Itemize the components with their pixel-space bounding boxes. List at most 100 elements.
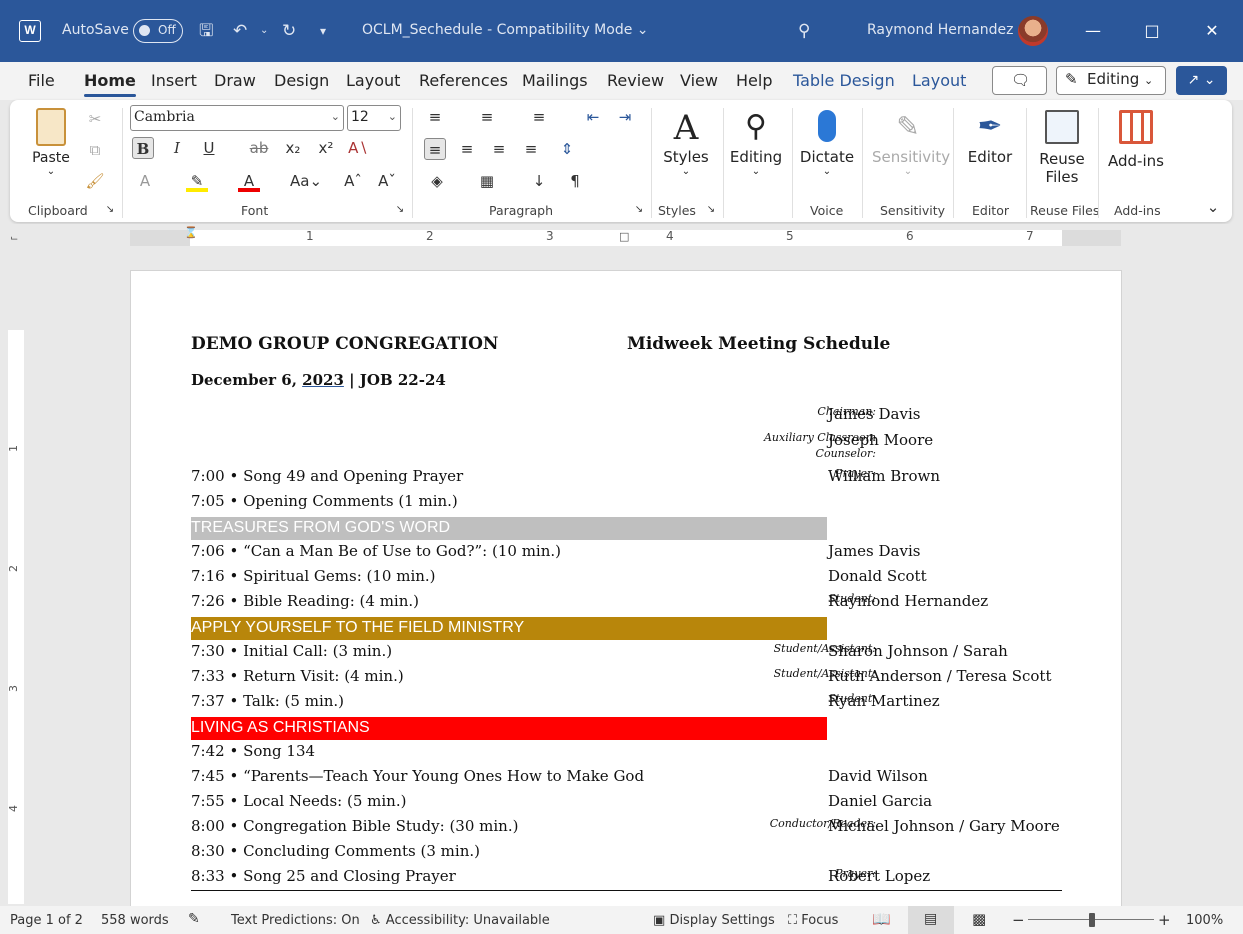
bold-icon[interactable]: B (132, 137, 154, 159)
indent-marker-icon[interactable]: ⌛ (184, 226, 198, 239)
font-name-box[interactable]: Cambria ⌄ (130, 105, 344, 131)
comments-button[interactable]: 🗨 (992, 66, 1047, 95)
tab-file[interactable]: File (28, 71, 55, 90)
zoom-level[interactable]: 100% (1186, 913, 1223, 928)
save-icon[interactable]: 🖫 (199, 19, 213, 43)
subscript-icon[interactable]: x₂ (282, 137, 304, 159)
zoom-slider-handle[interactable] (1089, 913, 1095, 927)
change-case-icon[interactable]: Aa⌄ (286, 170, 326, 192)
tab-design[interactable]: Design (274, 71, 329, 90)
group-label-paragraph: Paragraph (489, 203, 554, 218)
editor-button[interactable]: ✒ Editor (962, 106, 1018, 166)
tab-references[interactable]: References (419, 71, 508, 90)
copy-icon[interactable]: ⧉ (84, 139, 106, 161)
tab-help[interactable]: Help (736, 71, 772, 90)
decrease-indent-icon[interactable]: ⇤ (582, 106, 604, 128)
tab-selector-icon[interactable]: ⌙ (10, 233, 18, 244)
avatar[interactable] (1018, 16, 1048, 46)
zoom-out-icon[interactable]: − (1012, 911, 1025, 929)
row-text: 7:16 • Spiritual Gems: (10 min.) (191, 567, 436, 585)
user-name[interactable]: Raymond Hernandez (867, 22, 1014, 38)
shrink-font-icon[interactable]: Aˇ (376, 170, 398, 192)
autosave-toggle[interactable]: Off (133, 19, 183, 43)
underline-icon[interactable]: U (198, 137, 220, 159)
tab-review[interactable]: Review (607, 71, 664, 90)
shading-icon[interactable]: ◈ (426, 170, 448, 192)
reuse-files-button[interactable]: Reuse Files (1034, 106, 1090, 186)
italic-icon[interactable]: I (166, 137, 188, 159)
increase-indent-icon[interactable]: ⇥ (614, 106, 636, 128)
font-size-box[interactable]: 12 ⌄ (347, 105, 401, 131)
tab-insert[interactable]: Insert (151, 71, 197, 90)
show-formatting-icon[interactable]: ¶ (564, 170, 586, 192)
tab-view[interactable]: View (680, 71, 718, 90)
display-settings[interactable]: ▣ Display Settings (653, 913, 775, 928)
justify-icon[interactable]: ≡ (520, 138, 542, 160)
share-button[interactable]: ↗ ⌄ (1176, 66, 1227, 95)
ruler-number: 4 (666, 229, 674, 243)
font-color-icon[interactable]: A (238, 170, 260, 192)
sensitivity-button[interactable]: ✎ Sensitivity ⌄ (872, 106, 950, 177)
cut-icon[interactable]: ✂ (84, 108, 106, 130)
paste-button[interactable]: Paste ⌄ (30, 108, 72, 177)
vruler-number: 3 (7, 685, 20, 692)
editing-mode-button[interactable]: ✎ Editing ⌄ (1056, 66, 1166, 95)
accessibility-status[interactable]: ♿ Accessibility: Unavailable (370, 913, 550, 928)
format-painter-icon[interactable]: 🖌 (84, 170, 106, 192)
redo-icon[interactable]: ↻ (282, 19, 296, 43)
clipboard-launcher-icon[interactable]: ↘ (104, 204, 116, 216)
text-effects-icon[interactable]: A (134, 170, 156, 192)
clear-formatting-icon[interactable]: A∖ (347, 137, 369, 159)
zoom-in-icon[interactable]: + (1158, 911, 1171, 929)
line-spacing-icon[interactable]: ⇕ (556, 138, 578, 160)
add-ins-button[interactable]: Add-ins (1106, 106, 1166, 170)
tab-layout[interactable]: Layout (346, 71, 400, 90)
styles-launcher-icon[interactable]: ↘ (705, 204, 717, 216)
align-center-icon[interactable]: ≡ (456, 138, 478, 160)
schedule-row: 7:26 • Bible Reading: (4 min.) Student: Ra… (191, 589, 1111, 614)
styles-button[interactable]: A Styles ⌄ (660, 108, 712, 177)
customize-toolbar-icon[interactable]: ▾ (320, 19, 326, 43)
tab-home[interactable]: Home (84, 71, 136, 97)
align-right-icon[interactable]: ≡ (488, 138, 510, 160)
document-title[interactable]: OCLM_Sechedule - Compatibility Mode ⌄ (362, 22, 649, 38)
close-button[interactable]: ✕ (1199, 18, 1225, 44)
focus-mode[interactable]: ⛶ Focus (788, 913, 838, 928)
column-marker-icon[interactable]: □ (619, 230, 629, 243)
maximize-button[interactable]: □ (1139, 18, 1165, 44)
dictate-button[interactable]: Dictate ⌄ (798, 106, 856, 177)
bullets-icon[interactable]: ≡ (424, 106, 446, 128)
sort-icon[interactable]: ↓ (528, 170, 550, 192)
read-mode-icon[interactable]: 📖 (872, 910, 891, 928)
page-count[interactable]: Page 1 of 2 (10, 913, 83, 928)
search-icon[interactable]: ⚲ (798, 19, 810, 43)
print-layout-button[interactable]: ▤ (908, 906, 954, 934)
word-count[interactable]: 558 words (101, 913, 169, 928)
tab-draw[interactable]: Draw (214, 71, 256, 90)
document-page[interactable]: DEMO GROUP CONGREGATION Midweek Meeting … (130, 270, 1122, 910)
tab-table-layout[interactable]: Layout (912, 71, 966, 90)
numbering-icon[interactable]: ≡ (476, 106, 498, 128)
strikethrough-icon[interactable]: ab (248, 137, 270, 159)
proofing-icon[interactable]: ✎ (188, 911, 200, 927)
superscript-icon[interactable]: x² (315, 137, 337, 159)
collapse-ribbon-icon[interactable]: ⌄ (1202, 196, 1224, 218)
font-launcher-icon[interactable]: ↘ (394, 204, 406, 216)
text-predictions[interactable]: Text Predictions: On (231, 913, 360, 928)
editing-button[interactable]: ⚲ Editing ⌄ (728, 106, 784, 177)
tab-table-design[interactable]: Table Design (793, 71, 895, 90)
undo-dropdown-icon[interactable]: ⌄ (260, 19, 268, 43)
undo-icon[interactable]: ↶ (233, 19, 247, 43)
highlight-icon[interactable]: ✎ (186, 170, 208, 192)
paste-label: Paste (32, 150, 70, 166)
tab-mailings[interactable]: Mailings (522, 71, 588, 90)
schedule-row: 7:42 • Song 134 (191, 739, 1111, 764)
web-layout-icon[interactable]: ▩ (972, 910, 986, 928)
align-left-icon[interactable]: ≡ (424, 138, 446, 160)
multilevel-list-icon[interactable]: ≡ (528, 106, 550, 128)
paragraph-launcher-icon[interactable]: ↘ (633, 204, 645, 216)
grow-font-icon[interactable]: Aˆ (342, 170, 364, 192)
ribbon: Paste ⌄ ✂ ⧉ 🖌 Clipboard ↘ Cambria ⌄ 12 ⌄ B… (10, 100, 1232, 222)
borders-icon[interactable]: ▦ (476, 170, 498, 192)
minimize-button[interactable]: — (1080, 18, 1106, 44)
